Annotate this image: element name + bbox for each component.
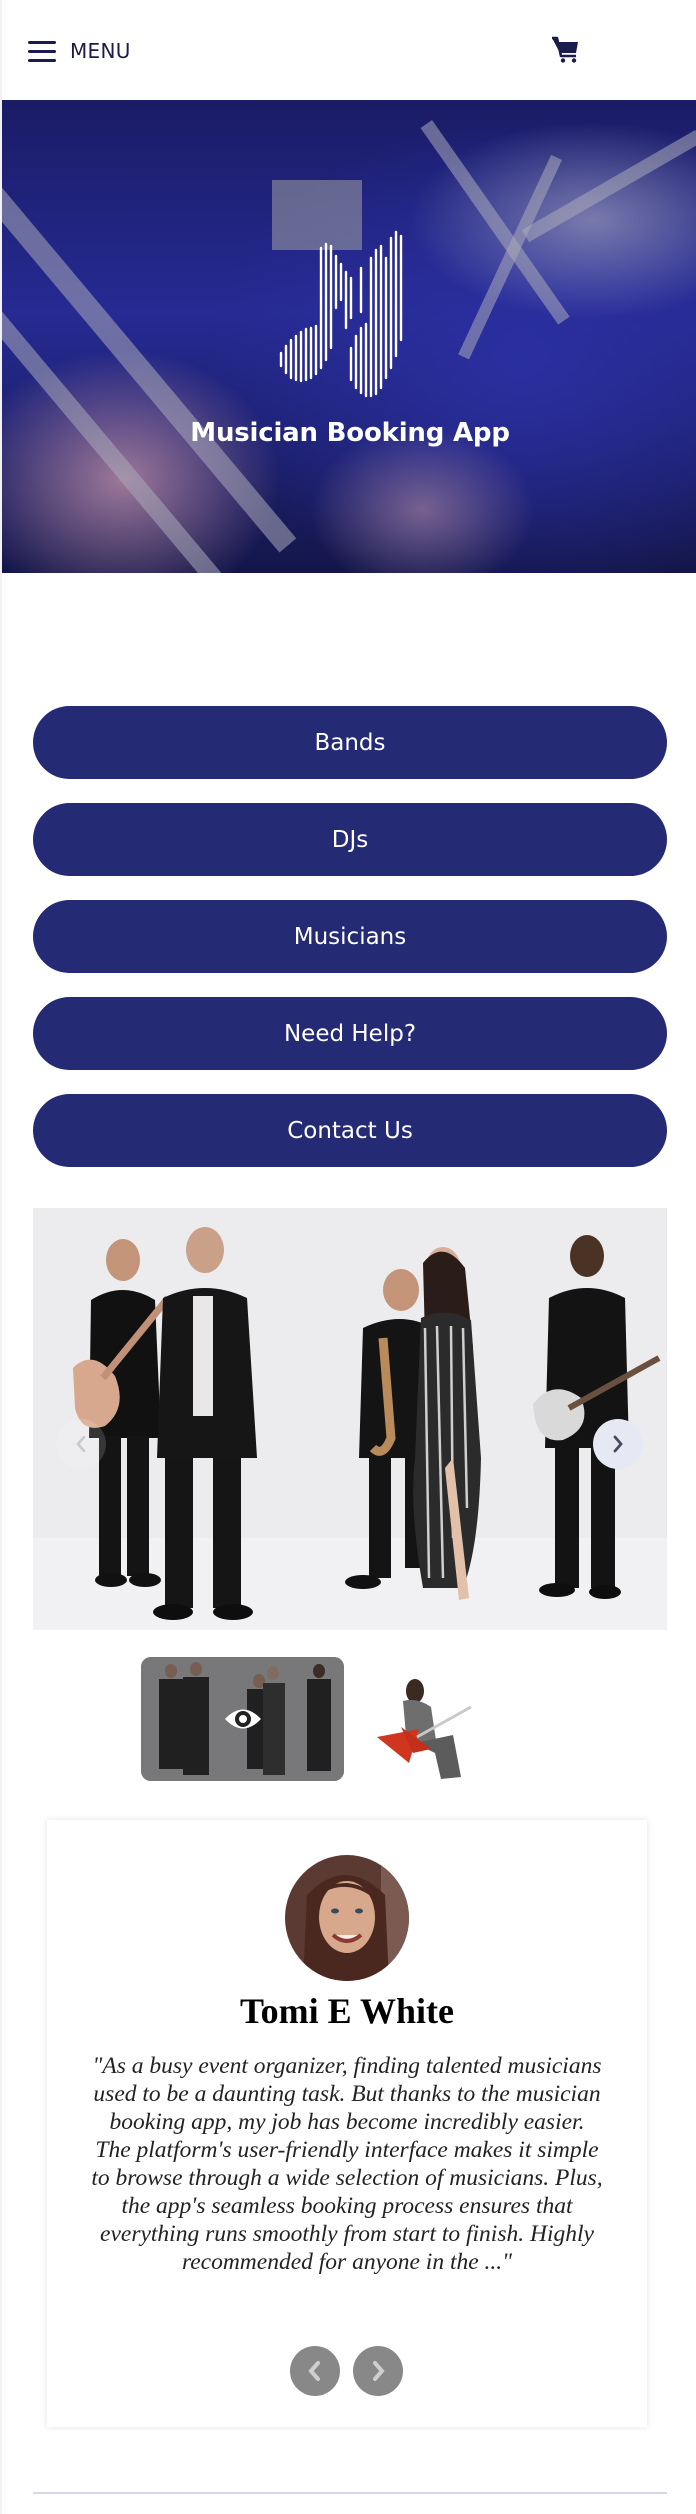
- thumbnail-guitarist[interactable]: [357, 1657, 560, 1781]
- menu-button[interactable]: MENU: [28, 36, 131, 66]
- need-help-button[interactable]: Need Help?: [33, 997, 667, 1070]
- menu-label: MENU: [70, 39, 131, 63]
- cart-button[interactable]: [550, 34, 580, 64]
- section-divider: [33, 2492, 667, 2494]
- carousel-thumbnails: [141, 1657, 561, 1782]
- testimonial-next-button[interactable]: [353, 2346, 403, 2396]
- bands-button[interactable]: Bands: [33, 706, 667, 779]
- testimonial-quote: "As a busy event organizer, finding tale…: [91, 2053, 603, 2275]
- contact-us-button[interactable]: Contact Us: [33, 1094, 667, 1167]
- band-photo: [33, 1208, 667, 1630]
- guitarist-thumbnail-image: [357, 1657, 560, 1781]
- testimonial-navigation: [290, 2346, 403, 2396]
- djs-button[interactable]: DJs: [33, 803, 667, 876]
- chevron-left-icon: [76, 1435, 86, 1453]
- chevron-right-icon: [373, 2361, 385, 2381]
- carousel-next-button[interactable]: [593, 1419, 643, 1469]
- eye-icon: [225, 1709, 261, 1729]
- chevron-left-icon: [308, 2361, 320, 2381]
- image-carousel: [33, 1208, 667, 1630]
- hamburger-icon: [28, 40, 56, 62]
- avatar: [285, 1855, 409, 1981]
- thumbnail-band[interactable]: [141, 1657, 344, 1781]
- shopping-cart-icon: [552, 36, 578, 63]
- testimonial-card: Tomi E White "As a busy event organizer,…: [47, 1820, 647, 2427]
- chevron-right-icon: [613, 1435, 623, 1453]
- hero-title: Musician Booking App: [190, 418, 510, 448]
- musicians-button[interactable]: Musicians: [33, 900, 667, 973]
- hero-banner: Musician Booking App: [2, 100, 696, 573]
- app-header: MENU: [2, 0, 696, 100]
- testimonial-author-name: Tomi E White: [239, 1991, 455, 2031]
- music-note-logo-icon: [279, 230, 403, 398]
- category-nav: Bands DJs Musicians Need Help? Contact U…: [33, 706, 667, 1191]
- hero-background-shape: [2, 240, 277, 573]
- carousel-prev-button[interactable]: [56, 1419, 106, 1469]
- testimonial-prev-button[interactable]: [290, 2346, 340, 2396]
